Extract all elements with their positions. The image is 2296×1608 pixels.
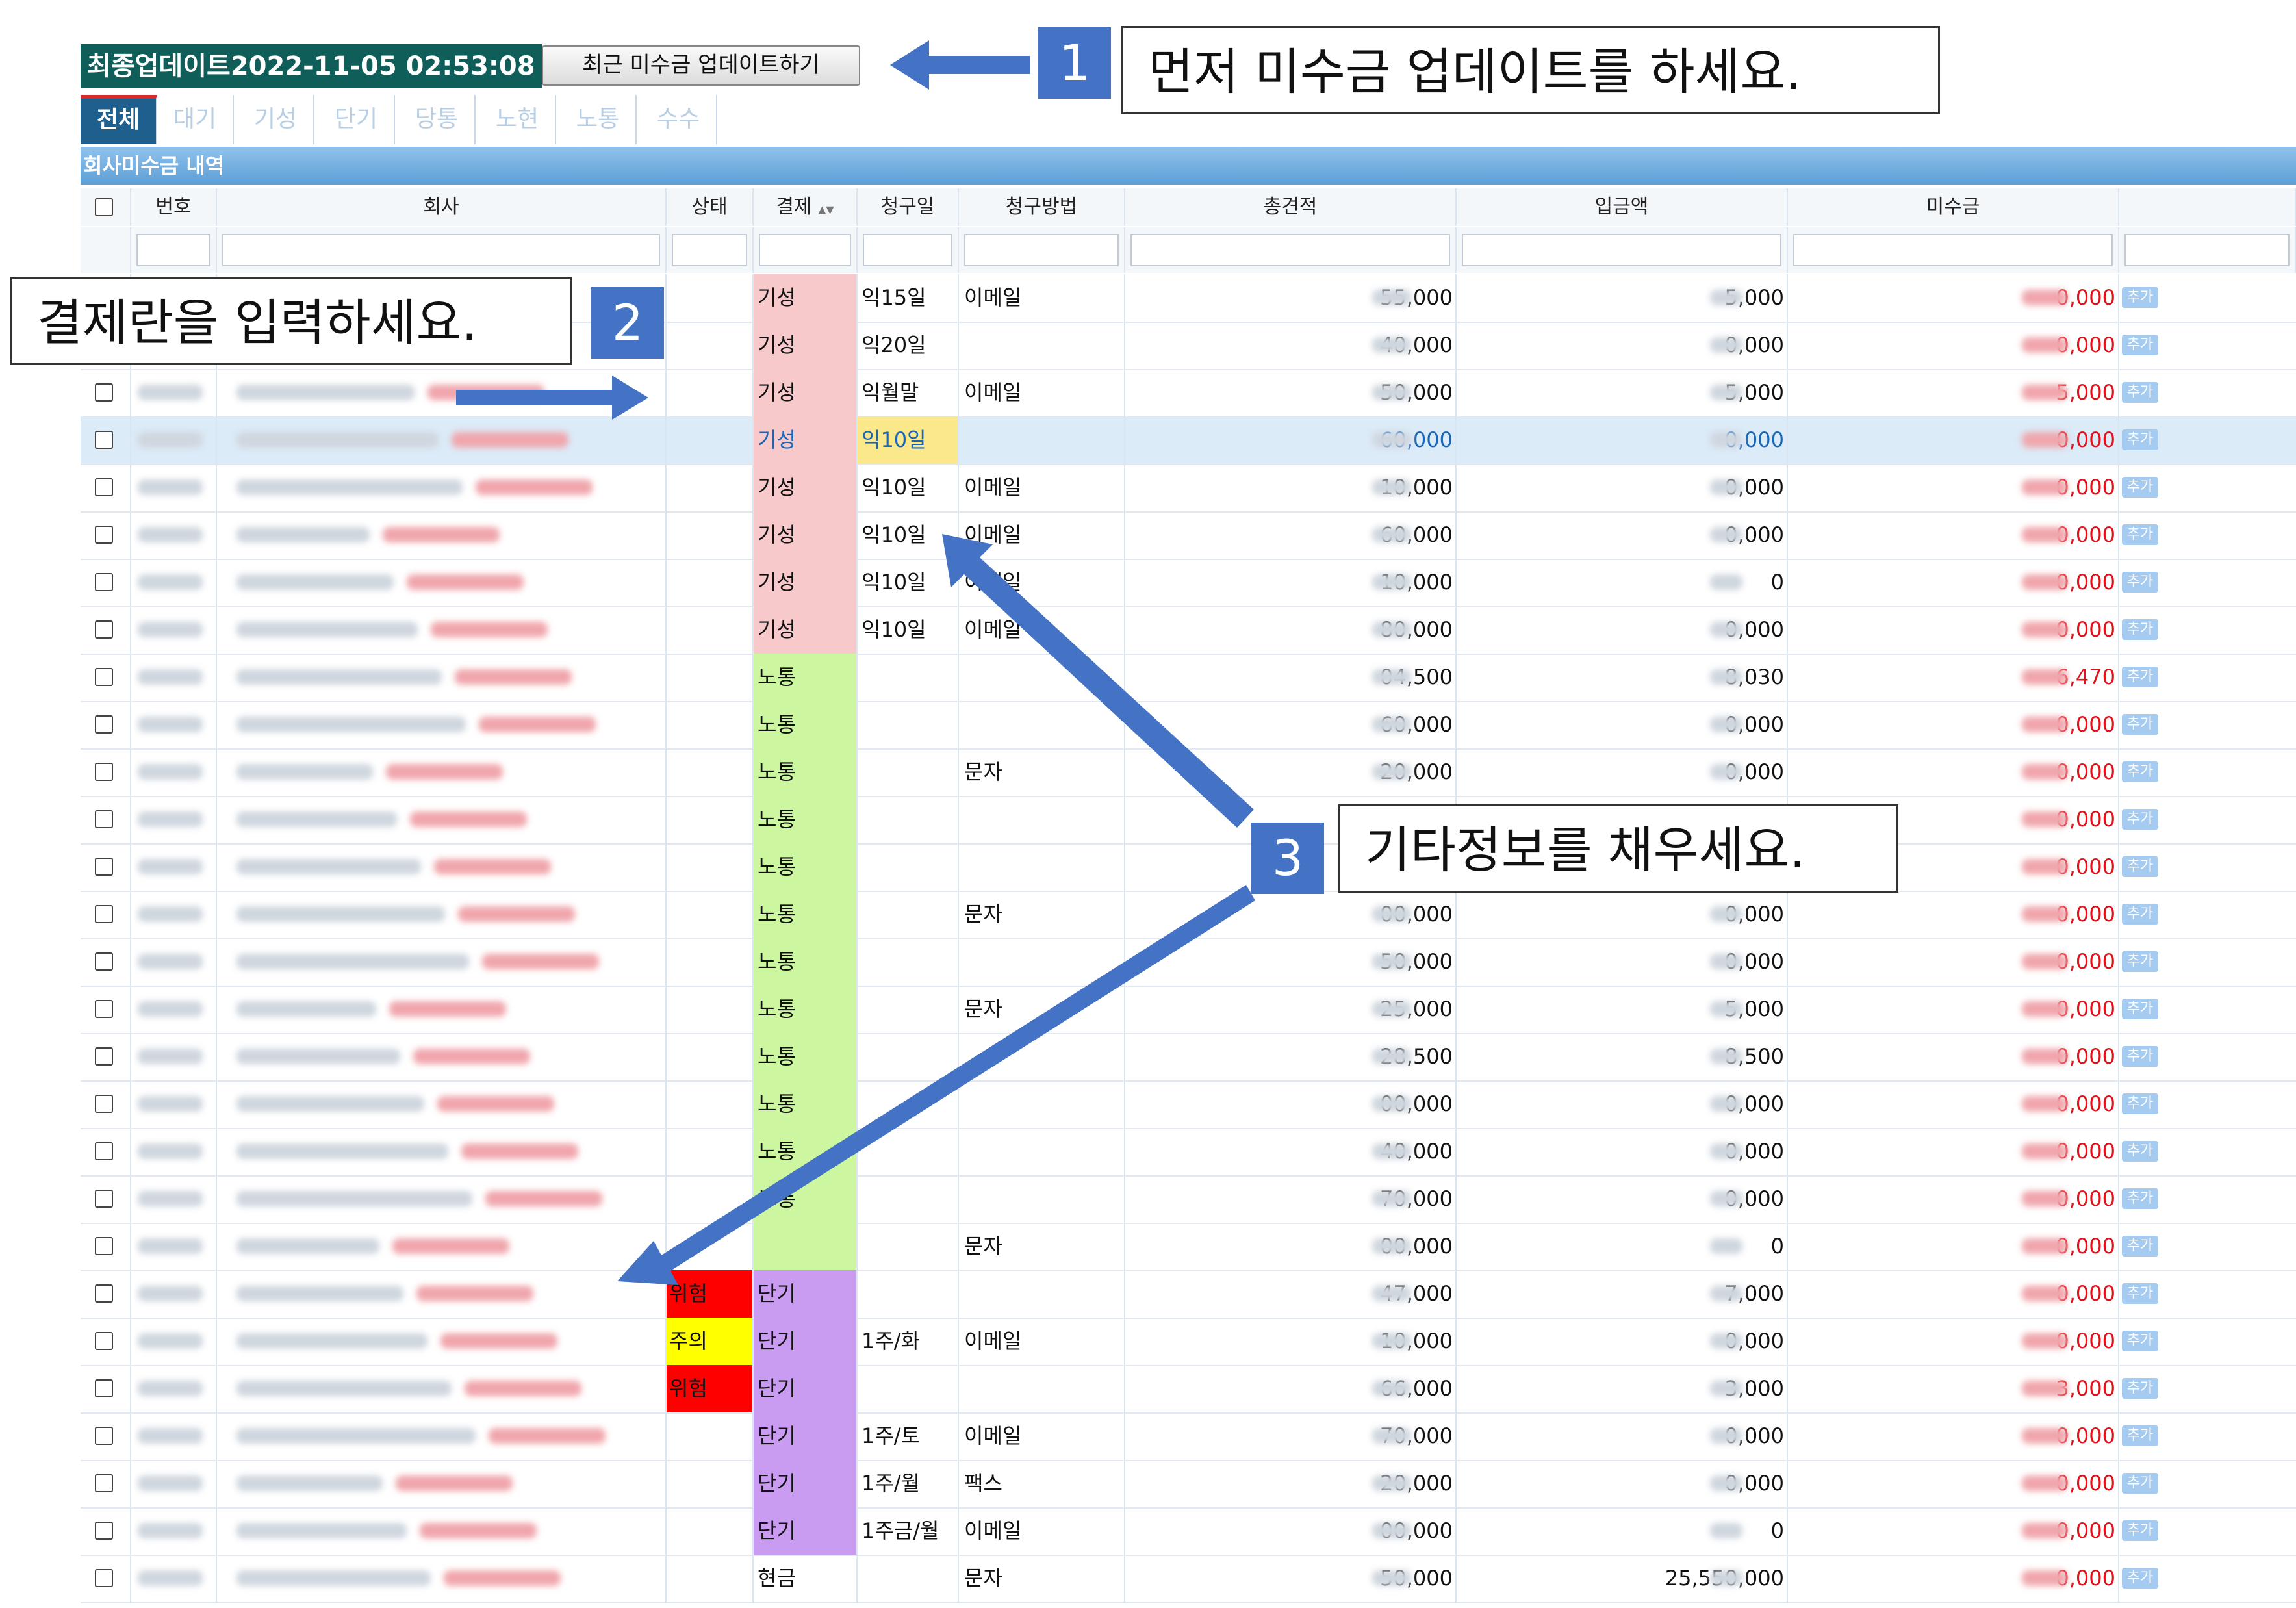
arrow-2-icon — [456, 376, 648, 420]
callout-3-badge: 3 — [1251, 823, 1324, 894]
annotation-arrows — [456, 40, 1255, 1285]
callout-1-text: 먼저 미수금 업데이트를 하세요. — [1121, 26, 1940, 114]
arrow-1-icon — [890, 40, 1030, 90]
arrow-3-up-icon — [942, 534, 1254, 828]
arrow-3-down-icon — [617, 885, 1255, 1285]
callout-2-text: 결제란을 입력하세요. — [10, 277, 572, 365]
callout-2-badge: 2 — [591, 287, 664, 359]
callout-1-badge: 1 — [1038, 27, 1111, 99]
callout-3-text: 기타정보를 채우세요. — [1338, 804, 1898, 893]
